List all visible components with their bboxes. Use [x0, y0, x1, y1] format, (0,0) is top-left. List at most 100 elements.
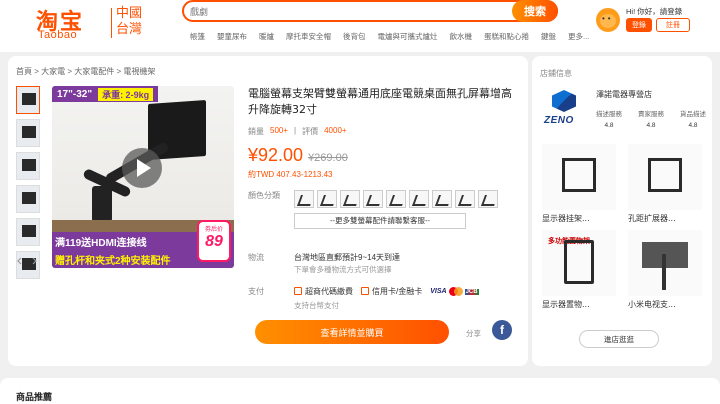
- store-payment: 超商代碼繳費: [294, 286, 353, 297]
- rating-value: 4.8: [646, 122, 656, 129]
- facebook-share-icon[interactable]: f: [492, 320, 512, 340]
- rating-item: 描述服務 4.8: [596, 108, 622, 129]
- hotword-link[interactable]: 摩托車安全帽: [286, 31, 331, 42]
- share-label: 分享: [466, 329, 481, 338]
- reviews-value[interactable]: 4000+: [324, 126, 346, 137]
- payment-methods: 超商代碼繳費 信用卡/金融卡 VISA JCB: [294, 286, 479, 297]
- product-info: 電腦螢幕支架臂雙螢幕通用底座電競桌面無孔屏幕增高升降旋轉32寸 銷量 500+ …: [248, 86, 516, 180]
- recommend-item[interactable]: 小米电视支...: [628, 230, 702, 310]
- register-button[interactable]: 註冊: [656, 18, 690, 32]
- stats-divider: |: [294, 126, 297, 135]
- color-swatch[interactable]: [294, 190, 314, 208]
- store-payment-label: 超商代碼繳費: [305, 287, 353, 296]
- more-options-swatch[interactable]: --更多雙螢幕配件請聯繫客服--: [294, 213, 466, 229]
- shipping-label: 物流: [248, 253, 264, 262]
- search-button[interactable]: 搜索: [512, 0, 558, 22]
- breadcrumb[interactable]: 首頁 > 大家電 > 大家電配件 > 電視機架: [16, 66, 155, 77]
- thumbnail[interactable]: [16, 119, 40, 147]
- store-name[interactable]: 澤諾電器專營店: [596, 89, 652, 100]
- recommend-image[interactable]: [628, 230, 702, 296]
- color-swatch[interactable]: [478, 190, 498, 208]
- rating-item: 貨品描述 4.8: [680, 108, 706, 129]
- jcb-logo: JCB: [464, 288, 479, 295]
- recommend-image[interactable]: [628, 144, 702, 210]
- hotword-link[interactable]: 蛋糕和點心捲: [484, 31, 529, 42]
- logo-divider: [111, 8, 112, 38]
- search-box: 搜索: [182, 0, 558, 22]
- taobao-logo[interactable]: 淘宝 Taobao 中國台灣: [36, 4, 146, 42]
- recommend-section: 商品推薦: [0, 378, 720, 404]
- thumbnail-nav-arrows[interactable]: [17, 256, 37, 266]
- user-area: Hi! 你好，請登錄 登錄 註冊: [596, 6, 716, 36]
- thumbnail[interactable]: [16, 218, 40, 246]
- thumbnail[interactable]: [16, 152, 40, 180]
- thumbnail-list: [16, 86, 40, 284]
- avatar[interactable]: [596, 8, 620, 32]
- coupon-price-label: 券后价: [204, 227, 223, 233]
- thumbnail[interactable]: [16, 86, 40, 114]
- color-swatch[interactable]: [455, 190, 475, 208]
- color-swatch[interactable]: [432, 190, 452, 208]
- adapter-plate-graphic: [648, 158, 682, 192]
- store-recommend-grid: 显示器挂架... 孔距扩展器... 多功能置物架 显示器置物... 小米电视支.…: [542, 144, 706, 310]
- login-button[interactable]: 登錄: [626, 18, 652, 32]
- more-hotwords-link[interactable]: 更多...: [568, 31, 589, 42]
- enter-store-button[interactable]: 進店逛逛: [579, 330, 659, 348]
- logo-region: 中國台灣: [116, 6, 143, 37]
- size-range: 17"-32": [57, 88, 93, 100]
- store-logo[interactable]: ZENO: [542, 86, 588, 132]
- zeno-logo-icon: [552, 90, 576, 112]
- color-swatch[interactable]: [409, 190, 429, 208]
- wall-mount-graphic: [562, 158, 596, 192]
- store-info-title: 店鋪信息: [540, 69, 572, 78]
- hotword-link[interactable]: 電爐與可攜式爐灶: [378, 31, 438, 42]
- search-input[interactable]: [190, 5, 490, 18]
- store-logo-text: ZENO: [544, 115, 574, 126]
- hotword-link[interactable]: 嬰童尿布: [217, 31, 247, 42]
- thumbnail[interactable]: [16, 185, 40, 213]
- recommend-name[interactable]: 孔距扩展器...: [628, 213, 702, 224]
- recommend-image[interactable]: 多功能置物架: [542, 230, 616, 296]
- size-tag: 17"-32" 承重: 2-9kg: [52, 86, 159, 102]
- rating-item: 賣家服務 4.8: [638, 108, 664, 129]
- tv-stand-graphic: [662, 254, 666, 290]
- color-swatch[interactable]: [317, 190, 337, 208]
- hotword-link[interactable]: 後背包: [343, 31, 366, 42]
- greeting-text[interactable]: Hi! 你好，請登錄: [626, 6, 682, 17]
- load-capacity: 承重: 2-9kg: [98, 87, 154, 101]
- recommend-name[interactable]: 显示器置物...: [542, 299, 616, 310]
- hotword-link[interactable]: 暖爐: [259, 31, 274, 42]
- sales-label: 銷量: [248, 127, 264, 136]
- play-video-icon[interactable]: [122, 148, 162, 188]
- product-title: 電腦螢幕支架臂雙螢幕通用底座電競桌面無孔屏幕增高升降旋轉32寸: [248, 87, 512, 116]
- color-swatch[interactable]: [363, 190, 383, 208]
- site-header: 淘宝 Taobao 中國台灣 搜索 帳篷 嬰童尿布 暖爐 摩托車安全帽 後背包 …: [0, 0, 720, 52]
- card-icon: [361, 287, 369, 295]
- view-details-buy-button[interactable]: 查看詳情並購買: [255, 320, 449, 344]
- recommend-item[interactable]: 多功能置物架 显示器置物...: [542, 230, 616, 310]
- shelf-graphic: [564, 240, 594, 284]
- recommend-name[interactable]: 小米电视支...: [628, 299, 702, 310]
- coupon-price-badge: 券后价 89: [197, 220, 231, 262]
- hotword-link[interactable]: 飲水機: [450, 31, 473, 42]
- hotword-link[interactable]: 鍵盤: [541, 31, 556, 42]
- store-icon: [294, 287, 302, 295]
- hotword-link[interactable]: 帳篷: [190, 31, 205, 42]
- price-row: ¥92.00 ¥269.00: [248, 145, 516, 166]
- price-twd: 約TWD 407.43-1213.43: [248, 170, 333, 179]
- color-swatch[interactable]: [340, 190, 360, 208]
- shipping-estimate: 台灣地區直郵預計9~14天到達: [294, 253, 401, 262]
- reviews-label[interactable]: 評價: [302, 126, 318, 137]
- recommend-item[interactable]: 显示器挂架...: [542, 144, 616, 224]
- color-swatch-list: [294, 190, 514, 208]
- sales-value: 500+: [270, 126, 289, 135]
- card-payment-label: 信用卡/金融卡: [372, 287, 423, 296]
- main-product-image[interactable]: 17"-32" 承重: 2-9kg 满119送HDMI连接线 赠孔杆和夹式2种安…: [52, 86, 234, 268]
- promo-line1: 满119送HDMI连接线: [55, 238, 147, 249]
- rating-value: 4.8: [604, 122, 614, 129]
- recommend-item[interactable]: 孔距扩展器...: [628, 144, 702, 224]
- recommend-name[interactable]: 显示器挂架...: [542, 213, 616, 224]
- color-swatch[interactable]: [386, 190, 406, 208]
- recommend-image[interactable]: [542, 144, 616, 210]
- payment-label: 支付: [248, 287, 264, 296]
